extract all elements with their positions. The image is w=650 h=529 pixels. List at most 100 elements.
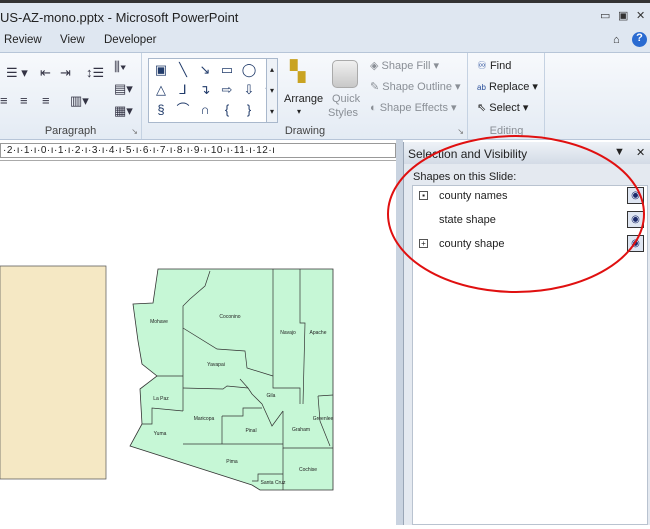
help-icon[interactable]: ?	[632, 32, 647, 47]
elbow-arrow-icon[interactable]: ↴	[196, 81, 214, 99]
numbering-icon[interactable]: ☰ ▾	[6, 65, 28, 81]
select-button[interactable]: ⇖ Select ▾	[477, 101, 528, 114]
binoculars-icon: ♾	[477, 60, 487, 72]
shape-outline-button[interactable]: ✎ Shape Outline ▾	[370, 80, 461, 93]
county-label: Apache	[309, 330, 327, 336]
county-labels: Mohave Coconino Navajo Apache Yavapai La Paz G…	[0, 161, 396, 526]
textbox-shape-icon[interactable]: ▣	[152, 61, 170, 79]
increase-indent-icon[interactable]: ⇥	[60, 65, 71, 81]
justify-icon[interactable]: ≡	[42, 93, 50, 108]
list-item[interactable]: ▪ county names ◉	[413, 186, 649, 208]
county-label: Coconino	[219, 314, 241, 320]
item-label: county names	[439, 190, 508, 202]
decrease-indent-icon[interactable]: ⇤	[40, 65, 51, 81]
chevron-down-icon: ▾	[297, 107, 302, 116]
align-center-icon[interactable]: ≡	[20, 93, 28, 108]
county-label: Yavapai	[207, 362, 225, 368]
county-label: Maricopa	[193, 416, 215, 422]
expand-icon[interactable]: +	[419, 239, 428, 248]
drawing-group: ▣ ╲ ↘ ▭ ◯ ▢ △ ⅃ ↴ ⇨ ⇩ ⬠ § ⌒ ∩ { } ☆ ▴▾▾ …	[143, 53, 468, 139]
county-label: Navajo	[280, 330, 296, 336]
select-label: Select	[489, 102, 520, 114]
align-left-icon[interactable]: ≡	[0, 93, 8, 108]
curve-shape-icon[interactable]: ∩	[196, 101, 214, 119]
shape-effects-button[interactable]: ◐ Shape Effects ▾	[370, 101, 457, 114]
quick-styles-label-2[interactable]: Styles	[328, 107, 358, 119]
arrange-button[interactable]: Arrange	[284, 93, 323, 105]
paragraph-group: ☰ ▾ ⇤ ⇥ ↕☰ ⫼▾ ▤▾ ▦▾ ≡ ≡ ≡ ▥▾ Paragraph ↘	[0, 53, 142, 139]
county-label: Mohave	[150, 319, 168, 325]
county-label: Cochise	[298, 467, 318, 473]
shape-fill-label: Shape Fill	[381, 60, 431, 72]
text-direction-icon[interactable]: ⫼▾	[114, 59, 126, 75]
restore-button[interactable]: ▣	[618, 9, 628, 22]
item-label: county shape	[439, 238, 505, 250]
shape-fill-button[interactable]: ◈ Shape Fill ▾	[370, 59, 439, 72]
arrow-line-shape-icon[interactable]: ↘	[196, 61, 214, 79]
close-icon[interactable]: ✕	[636, 146, 645, 159]
pane-header: Selection and Visibility ▼ ✕	[404, 142, 650, 164]
county-label: Santa Cruz	[260, 480, 286, 486]
minimize-ribbon-icon[interactable]: ⌂	[613, 34, 620, 46]
columns-icon[interactable]: ▥▾	[70, 93, 89, 109]
county-label: Pinal	[245, 428, 257, 434]
editing-group: ♾ Find ab Replace ▾ ⇖ Select ▾ Editing	[469, 53, 545, 139]
scribble-shape-icon[interactable]: §	[152, 101, 170, 119]
replace-icon: ab	[477, 83, 486, 92]
replace-label: Replace	[488, 81, 530, 93]
left-brace-icon[interactable]: {	[218, 101, 236, 119]
list-item[interactable]: + county shape ◉	[413, 234, 649, 256]
eye-icon[interactable]: ◉	[627, 235, 644, 252]
pane-title: Selection and Visibility	[408, 147, 528, 161]
quick-styles-label-1[interactable]: Quick	[332, 93, 360, 105]
county-label: Pima	[226, 459, 238, 465]
right-brace-icon[interactable]: }	[240, 101, 258, 119]
oval-shape-icon[interactable]: ◯	[240, 61, 258, 79]
list-item[interactable]: state shape ◉	[413, 210, 649, 232]
arrange-icon[interactable]: ▚	[290, 59, 312, 85]
smartart-icon[interactable]: ▦▾	[114, 103, 133, 119]
eye-icon[interactable]: ◉	[627, 187, 644, 204]
pane-subtitle: Shapes on this Slide:	[413, 171, 517, 183]
county-label: Yuma	[153, 431, 167, 437]
line-spacing-icon[interactable]: ↕☰	[86, 65, 104, 81]
quick-styles-icon[interactable]	[332, 60, 358, 88]
slide-area: Mohave Coconino Navajo Apache Yavapai La Paz G…	[0, 160, 396, 525]
tab-review[interactable]: Review	[4, 34, 42, 46]
elbow-connector-icon[interactable]: ⅃	[174, 81, 192, 99]
window-title: US-AZ-mono.pptx - Microsoft PowerPoint	[0, 10, 239, 25]
ribbon-tabs: Review View Developer ⌂ ?	[0, 30, 650, 52]
arc-shape-icon[interactable]: ⌒	[174, 101, 192, 119]
selection-pane: Selection and Visibility ▼ ✕ Shapes on t…	[403, 142, 650, 525]
minimize-button[interactable]: ▭	[600, 9, 610, 22]
editing-group-label: Editing	[489, 125, 524, 137]
title-bar: US-AZ-mono.pptx - Microsoft PowerPoint ▭…	[0, 0, 650, 30]
down-arrow-shape-icon[interactable]: ⇩	[240, 81, 258, 99]
close-button[interactable]: ✕	[636, 9, 645, 22]
shape-outline-label: Shape Outline	[382, 81, 452, 93]
expand-icon[interactable]: ▪	[419, 191, 428, 200]
ribbon: ☰ ▾ ⇤ ⇥ ↕☰ ⫼▾ ▤▾ ▦▾ ≡ ≡ ≡ ▥▾ Paragraph ↘…	[0, 52, 650, 140]
right-arrow-shape-icon[interactable]: ⇨	[218, 81, 236, 99]
pane-splitter[interactable]	[396, 140, 403, 525]
eye-icon[interactable]: ◉	[627, 211, 644, 228]
dialog-launcher-icon[interactable]: ↘	[131, 127, 138, 136]
pane-options-icon[interactable]: ▼	[614, 146, 625, 158]
shapes-gallery: ▣ ╲ ↘ ▭ ◯ ▢ △ ⅃ ↴ ⇨ ⇩ ⬠ § ⌒ ∩ { } ☆	[148, 58, 278, 123]
county-label: Gila	[266, 393, 276, 399]
dialog-launcher-icon[interactable]: ↘	[457, 127, 464, 136]
cursor-icon: ⇖	[477, 102, 487, 114]
line-shape-icon[interactable]: ╲	[174, 61, 192, 79]
county-label: Greenlee	[312, 416, 334, 422]
align-text-icon[interactable]: ▤▾	[114, 81, 133, 97]
gallery-scrollbar[interactable]: ▴ ▾ ▾	[266, 58, 278, 123]
horizontal-ruler: ·2·ı·1·ı·0·ı·1·ı·2·ı·3·ı·4·ı·5·ı·6·ı·7·ı…	[0, 143, 396, 158]
county-label: Graham	[291, 427, 311, 433]
find-button[interactable]: ♾ Find	[477, 59, 511, 72]
tab-view[interactable]: View	[60, 34, 85, 46]
triangle-shape-icon[interactable]: △	[152, 81, 170, 99]
replace-button[interactable]: ab Replace ▾	[477, 80, 538, 93]
rectangle-shape-icon[interactable]: ▭	[218, 61, 236, 79]
tab-developer[interactable]: Developer	[104, 34, 156, 46]
paragraph-group-label: Paragraph	[44, 125, 97, 137]
